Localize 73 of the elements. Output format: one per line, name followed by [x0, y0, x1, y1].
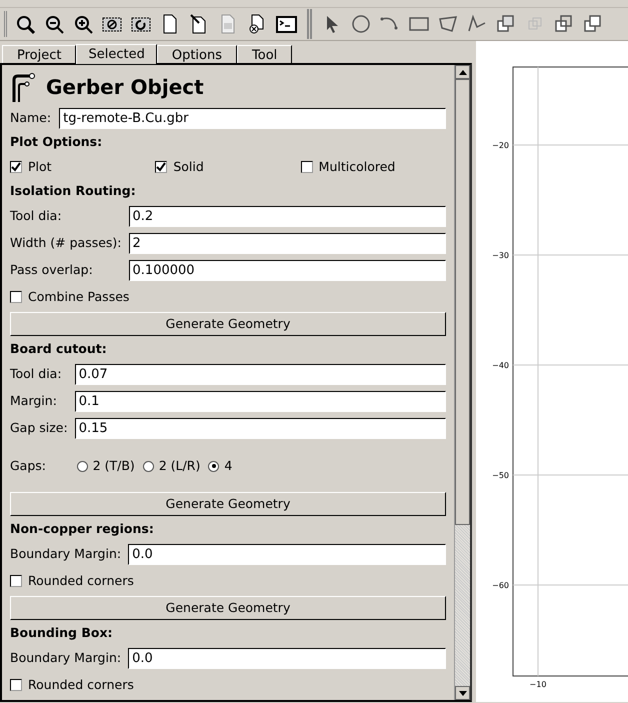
tab[interactable]: Options — [156, 45, 238, 63]
scroll-up-button[interactable] — [455, 65, 470, 79]
up-arrow-icon — [458, 70, 466, 74]
scrollbar[interactable] — [454, 65, 470, 700]
field-label: Margin: — [10, 392, 58, 410]
radio-label: 4 — [224, 456, 232, 475]
generate-geometry-button[interactable]: Generate Geometry — [10, 312, 446, 336]
input-field[interactable]: 2 — [128, 233, 446, 254]
field-label: Gap size: — [10, 419, 68, 438]
field-label: Tool dia: — [10, 207, 63, 226]
tick-label: −20 — [492, 141, 509, 150]
tab[interactable]: Selected — [76, 44, 157, 64]
zoom-out-icon[interactable] — [44, 14, 65, 34]
checkbox[interactable] — [10, 575, 22, 587]
tick-label: −40 — [492, 361, 509, 370]
cut-shape-icon[interactable] — [583, 14, 604, 34]
checkbox-label: Combine Passes — [28, 288, 130, 306]
generate-geometry-button[interactable]: Generate Geometry — [10, 492, 446, 516]
section-heading: Non-copper regions: — [10, 520, 155, 538]
zoom-fit-icon[interactable] — [15, 14, 36, 34]
generate-geometry-button[interactable]: Generate Geometry — [10, 596, 446, 620]
union-icon[interactable] — [496, 14, 517, 34]
scrollbar-thumb[interactable] — [455, 79, 470, 525]
checkbox[interactable] — [10, 679, 22, 691]
input-field[interactable]: 0.07 — [74, 364, 446, 385]
down-arrow-icon — [458, 690, 466, 696]
section-heading: Plot Options: — [10, 133, 104, 152]
tick-label: −10 — [530, 680, 546, 689]
section-heading: Bounding Box: — [10, 624, 114, 642]
terminal-icon[interactable] — [276, 14, 297, 34]
checkbox[interactable] — [155, 161, 168, 173]
panel-title: Gerber Object — [46, 74, 204, 101]
radio-label: 2 (L/R) — [158, 456, 200, 475]
radio-button[interactable] — [142, 460, 154, 472]
toolbar-handle[interactable] — [307, 9, 312, 39]
tick-label: −30 — [492, 251, 509, 260]
checkbox[interactable] — [10, 161, 22, 173]
field-label: Tool dia: — [10, 365, 63, 384]
input-field[interactable]: 0.0 — [128, 648, 446, 669]
gerber-icon — [10, 72, 36, 102]
checkbox[interactable] — [10, 291, 22, 303]
checkbox-label: Multicolored — [318, 158, 396, 176]
subtract-icon[interactable] — [554, 14, 575, 34]
scroll-down-button[interactable] — [455, 686, 470, 700]
checkbox[interactable] — [300, 161, 313, 173]
checkbox-label: Plot — [28, 158, 52, 176]
tick-label: −60 — [492, 581, 509, 590]
polygon-icon[interactable] — [438, 14, 459, 34]
input-field[interactable]: 0.15 — [74, 418, 446, 439]
checkbox-label: Rounded corners — [28, 676, 134, 694]
radio-button[interactable] — [76, 460, 88, 472]
field-label: Width (# passes): — [10, 234, 122, 252]
radio-label: 2 (T/B) — [92, 456, 135, 475]
radio-button[interactable] — [208, 460, 220, 472]
field-label: Boundary Margin: — [10, 545, 122, 564]
zoom-in-icon[interactable] — [73, 14, 94, 34]
field-label: Boundary Margin: — [10, 649, 122, 668]
field-label: Pass overlap: — [10, 261, 94, 280]
input-field[interactable]: 0.1 — [74, 391, 446, 412]
input-field[interactable]: 0.100000 — [128, 260, 446, 281]
tick-label: −50 — [492, 471, 509, 480]
checkbox-label: Solid — [173, 158, 204, 176]
tab[interactable]: Tool — [237, 45, 292, 63]
field-label: Gaps: — [10, 456, 48, 475]
input-field[interactable]: 0.2 — [128, 206, 446, 227]
field-label: Name: — [10, 108, 52, 127]
checkbox-label: Rounded corners — [28, 572, 134, 590]
input-field[interactable]: 0.0 — [128, 544, 446, 565]
toolbar-handle[interactable] — [4, 11, 7, 37]
circle-icon[interactable] — [351, 14, 372, 34]
section-heading: Board cutout: — [10, 340, 108, 358]
input-field[interactable]: tg-remote-B.Cu.gbr — [59, 108, 446, 128]
section-heading: Isolation Routing: — [10, 182, 137, 200]
